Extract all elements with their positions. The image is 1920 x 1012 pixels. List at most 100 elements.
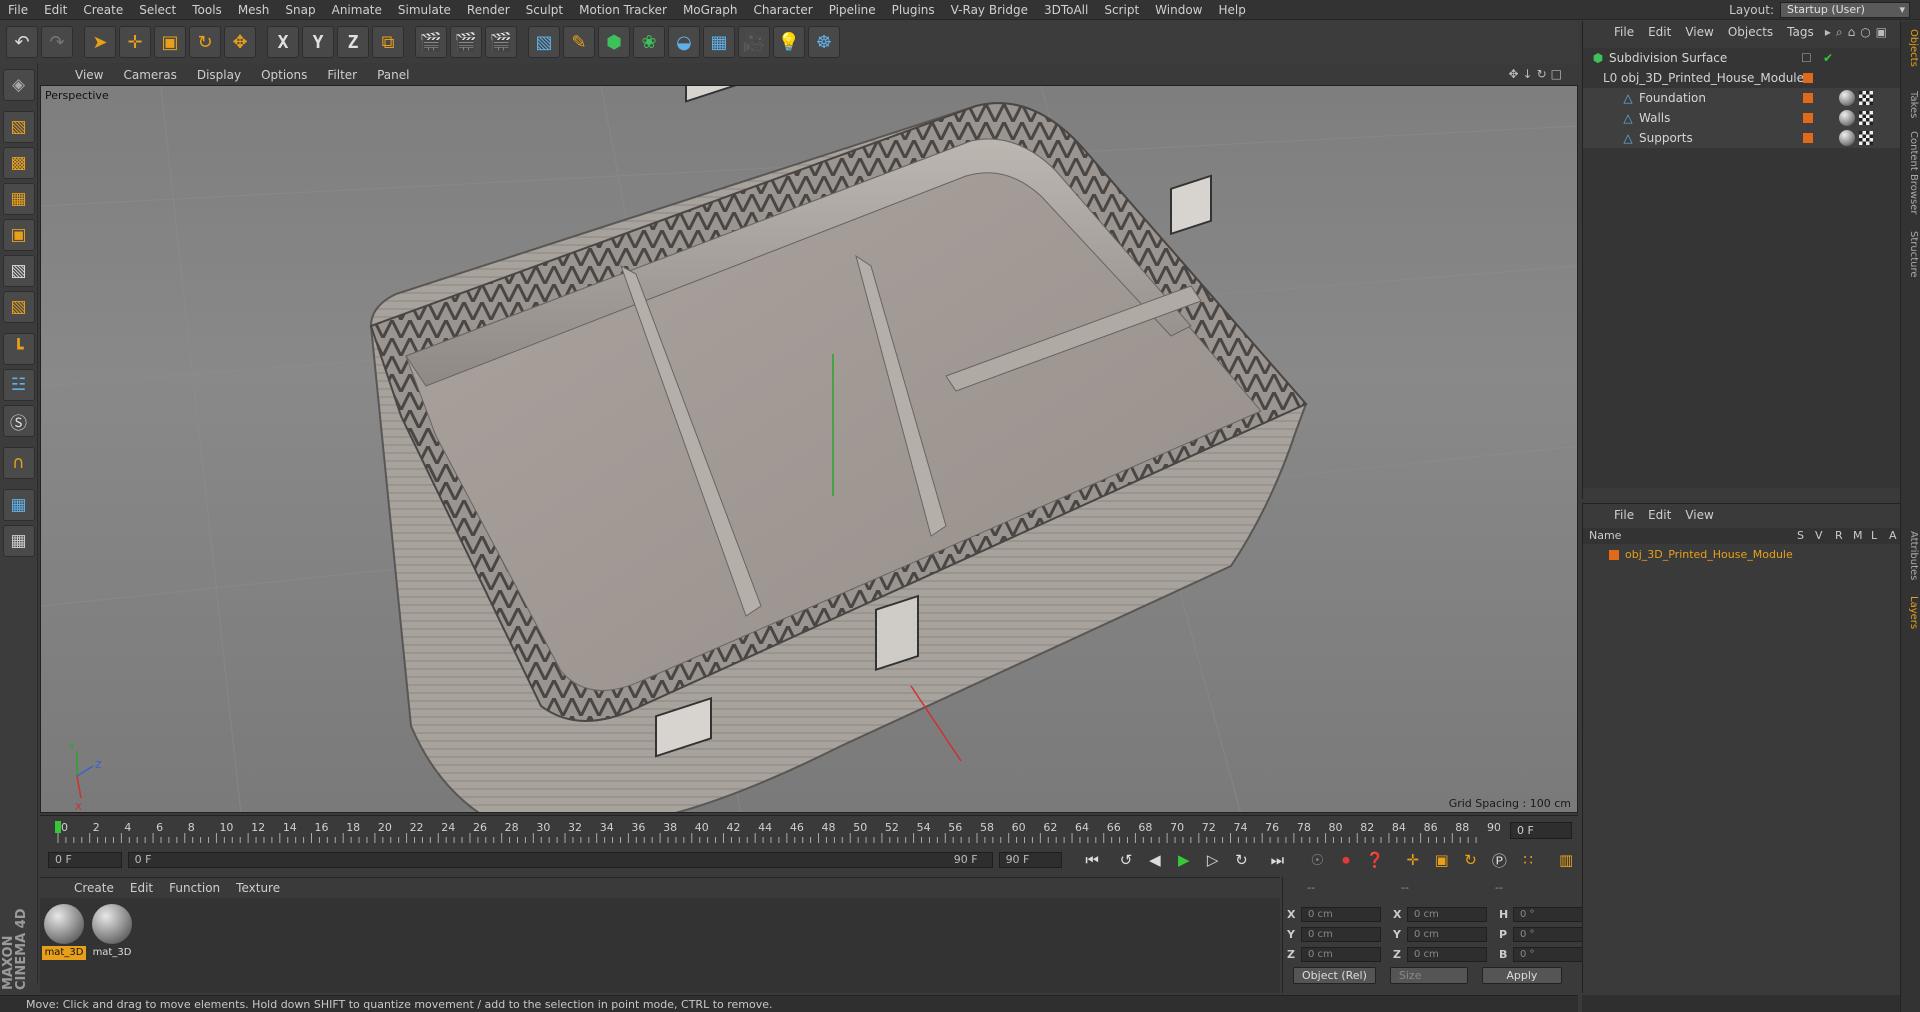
recent-tools-icon[interactable]: ✥ xyxy=(224,26,256,58)
texture-mode-icon[interactable]: ▩ xyxy=(2,147,35,179)
undo-icon[interactable]: ↶ xyxy=(6,26,38,58)
texture-tag-icon[interactable] xyxy=(1859,131,1873,145)
camera-icon[interactable]: 🎥 xyxy=(738,26,770,58)
texture-tag-icon[interactable] xyxy=(1859,111,1873,125)
material-tag-icon[interactable] xyxy=(1839,110,1855,126)
viewport-perspective[interactable]: Y Z X Perspective Grid Spacing : 100 cm xyxy=(40,85,1578,813)
rotate-icon[interactable]: ↻ xyxy=(189,26,221,58)
model-mode-icon[interactable]: ▧ xyxy=(2,111,35,143)
menu-pipeline[interactable]: Pipeline xyxy=(821,3,884,17)
viewport-menu-cameras[interactable]: Cameras xyxy=(114,68,185,82)
next-frame-icon[interactable]: ▷ xyxy=(1201,849,1225,871)
timeline-ruler[interactable]: 0 2 4 6 8 10 12 14 16 18 20 22 24 26 28 30 32 34 36 38 40 42 4… xyxy=(50,819,1500,845)
frame-range-slider[interactable]: 0 F 90 F xyxy=(127,852,993,868)
start-frame-field[interactable]: 0 F xyxy=(48,852,122,868)
object-menu-edit[interactable]: Edit xyxy=(1641,25,1678,39)
layer-color-tag[interactable] xyxy=(1803,113,1813,123)
axis-mode-icon[interactable]: ┗ xyxy=(2,333,35,365)
menu-render[interactable]: Render xyxy=(459,3,518,17)
size-y-field[interactable]: 0 cm xyxy=(1407,927,1487,942)
layer-menu-edit[interactable]: Edit xyxy=(1641,508,1678,522)
menu-script[interactable]: Script xyxy=(1096,3,1147,17)
position-y-field[interactable]: 0 cm xyxy=(1301,927,1381,942)
texture-tag-icon[interactable] xyxy=(1859,91,1873,105)
tweak-mode-icon[interactable]: ☳ xyxy=(2,369,35,401)
menu-file[interactable]: File xyxy=(0,3,36,17)
key-position-icon[interactable]: ✛ xyxy=(1401,849,1425,871)
material-tag-icon[interactable] xyxy=(1839,130,1855,146)
menu-3dtoall[interactable]: 3DToAll xyxy=(1036,3,1096,17)
record-active-icon[interactable]: ⏺ xyxy=(1334,849,1358,871)
cube-icon[interactable]: ▧ xyxy=(528,26,560,58)
viewport-menu-display[interactable]: Display xyxy=(188,68,250,82)
menu-mesh[interactable]: Mesh xyxy=(230,3,278,17)
key-pla-icon[interactable]: ∷ xyxy=(1516,849,1540,871)
current-frame-field[interactable]: 0 F xyxy=(1510,822,1572,839)
render-view-icon[interactable]: 🎬 xyxy=(415,26,447,58)
motion-record-icon[interactable]: ☉ xyxy=(1305,849,1329,871)
size-z-field[interactable]: 0 cm xyxy=(1407,947,1487,962)
make-editable-icon[interactable]: ◈ xyxy=(2,69,35,101)
move-icon[interactable]: ✛ xyxy=(119,26,151,58)
menu-simulate[interactable]: Simulate xyxy=(390,3,459,17)
key-rotation-icon[interactable]: ↻ xyxy=(1459,849,1483,871)
magnet-icon[interactable]: ∩ xyxy=(2,447,35,479)
layer-row[interactable]: obj_3D_Printed_House_Module xyxy=(1583,546,1901,564)
menu-help[interactable]: Help xyxy=(1210,3,1253,17)
layer-color-tag[interactable] xyxy=(1803,93,1813,103)
viewport-menu-options[interactable]: Options xyxy=(252,68,316,82)
tree-row-subdivision-surface[interactable]: ⬢ Subdivision Surface ☐ ✔ xyxy=(1583,48,1901,68)
menu-tools[interactable]: Tools xyxy=(184,3,230,17)
layer-menu-view[interactable]: View xyxy=(1678,508,1720,522)
cloner-icon[interactable]: ❀ xyxy=(633,26,665,58)
tab-takes[interactable]: Takes xyxy=(1903,91,1919,118)
tree-row-supports[interactable]: △ Supports xyxy=(1583,128,1901,148)
material-swatch[interactable]: mat_3D xyxy=(42,902,86,960)
coordinate-mode-select[interactable]: Object (Rel) xyxy=(1293,967,1376,984)
menu-animate[interactable]: Animate xyxy=(324,3,390,17)
viewport-menu-view[interactable]: View xyxy=(66,68,112,82)
size-mode-select[interactable]: Size xyxy=(1389,967,1468,984)
scale-icon[interactable]: ▣ xyxy=(154,26,186,58)
material-swatch[interactable]: mat_3D xyxy=(90,902,134,960)
menu-snap[interactable]: Snap xyxy=(277,3,323,17)
timeline[interactable]: 0 2 4 6 8 10 12 14 16 18 20 22 24 26 28 30 32 34 36 38 40 42 4… xyxy=(40,815,1578,847)
end-frame-field[interactable]: 90 F xyxy=(998,852,1063,868)
previous-frame-icon[interactable]: ◀ xyxy=(1143,849,1167,871)
live-selection-icon[interactable]: ➤ xyxy=(84,26,116,58)
material-menu-function[interactable]: Function xyxy=(161,881,228,895)
tab-content-browser[interactable]: Content Browser xyxy=(1903,131,1919,214)
z-axis-lock-icon[interactable]: Z xyxy=(337,26,369,58)
points-mode-icon[interactable]: ▣ xyxy=(2,219,35,251)
next-key-icon[interactable]: ↻ xyxy=(1230,849,1254,871)
deformer-icon[interactable]: ◒ xyxy=(668,26,700,58)
object-menu-file[interactable]: File xyxy=(1607,25,1641,39)
enabled-check-icon[interactable]: ✔ xyxy=(1823,48,1833,68)
material-menu-create[interactable]: Create xyxy=(66,881,122,895)
render-picture-viewer-icon[interactable]: 🎬 xyxy=(450,26,482,58)
menu-edit[interactable]: Edit xyxy=(36,3,75,17)
material-tag-icon[interactable] xyxy=(1839,90,1855,106)
python-icon[interactable]: ☸ xyxy=(808,26,840,58)
position-x-field[interactable]: 0 cm xyxy=(1301,907,1381,922)
lock-workplane-icon[interactable]: ▦ xyxy=(2,489,35,521)
previous-key-icon[interactable]: ↺ xyxy=(1114,849,1138,871)
key-parameter-icon[interactable]: Ⓟ xyxy=(1487,849,1511,871)
floor-icon[interactable]: ▦ xyxy=(703,26,735,58)
y-axis-lock-icon[interactable]: Y xyxy=(302,26,334,58)
apply-button[interactable]: Apply xyxy=(1481,967,1562,984)
layer-menu-file[interactable]: File xyxy=(1607,508,1641,522)
position-z-field[interactable]: 0 cm xyxy=(1301,947,1381,962)
menu-window[interactable]: Window xyxy=(1147,3,1210,17)
layer-scrollbar[interactable] xyxy=(1582,995,1900,1012)
menu-plugins[interactable]: Plugins xyxy=(884,3,943,17)
menu-mograph[interactable]: MoGraph xyxy=(675,3,746,17)
tab-objects[interactable]: Objects xyxy=(1903,29,1919,67)
x-axis-lock-icon[interactable]: X xyxy=(267,26,299,58)
coordinate-system-icon[interactable]: ⧉ xyxy=(372,26,404,58)
tree-row-foundation[interactable]: △ Foundation xyxy=(1583,88,1901,108)
timeline-window-icon[interactable]: ▥ xyxy=(1554,849,1578,871)
object-menu-objects[interactable]: Objects xyxy=(1721,25,1780,39)
menu-vray-bridge[interactable]: V-Ray Bridge xyxy=(943,3,1036,17)
tab-layers[interactable]: Layers xyxy=(1903,596,1919,629)
